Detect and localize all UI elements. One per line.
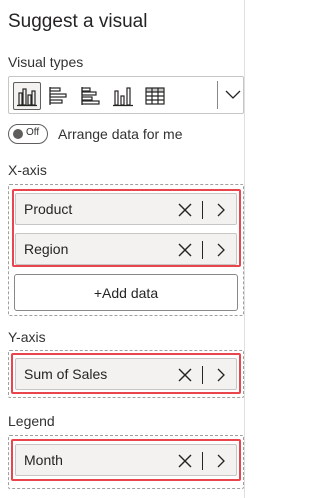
- pane-title: Suggest a visual: [8, 11, 148, 32]
- clustered-bar-chart-icon[interactable]: [77, 82, 105, 110]
- stacked-bar-chart-icon[interactable]: [45, 82, 73, 110]
- x-axis-label: X-axis: [8, 162, 47, 178]
- toggle-state-text: Off: [26, 127, 40, 138]
- suggest-visual-pane: Suggest a visual Visual types Off Arrang…: [0, 0, 245, 498]
- legend-label: Legend: [8, 413, 55, 429]
- chevron-down-icon[interactable]: [223, 84, 243, 106]
- legend-highlight-box: [11, 439, 241, 481]
- toggle-knob: [13, 129, 23, 139]
- x-axis-highlight-box: [12, 189, 241, 267]
- visual-types-divider: [217, 81, 218, 109]
- add-data-button[interactable]: +Add data: [14, 274, 238, 311]
- visual-types-row: [8, 76, 244, 114]
- clustered-column-chart-icon[interactable]: [13, 82, 41, 110]
- visual-types-label: Visual types: [8, 54, 84, 70]
- y-axis-label: Y-axis: [8, 329, 46, 345]
- arrange-data-toggle[interactable]: Off: [8, 124, 48, 144]
- table-icon[interactable]: [141, 82, 169, 110]
- y-axis-highlight-box: [11, 353, 241, 394]
- column-chart-icon[interactable]: [109, 82, 137, 110]
- arrange-data-label: Arrange data for me: [58, 126, 183, 142]
